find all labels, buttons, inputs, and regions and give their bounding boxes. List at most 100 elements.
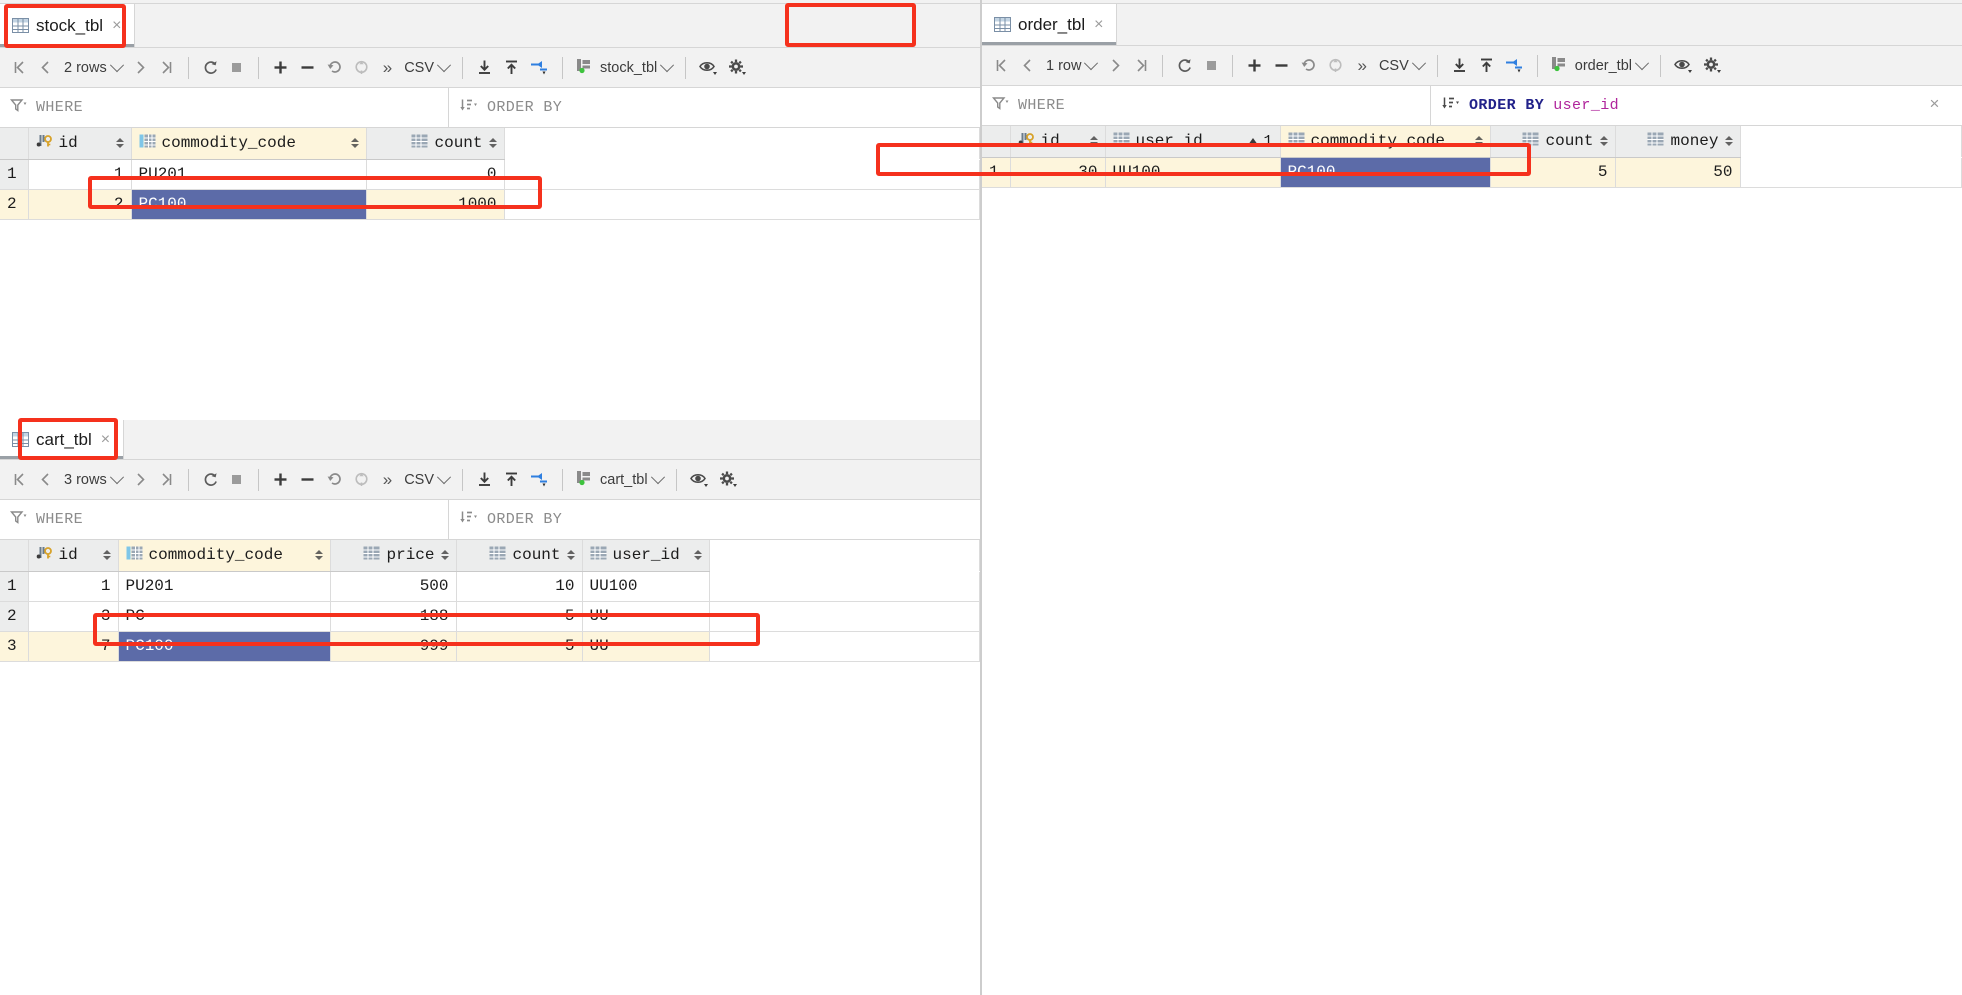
row-count-selector[interactable]: 2 rows	[58, 57, 128, 76]
stop-icon[interactable]	[1198, 51, 1224, 81]
cell-count[interactable]: 10	[456, 571, 583, 602]
gear-icon[interactable]	[1698, 51, 1727, 81]
import-icon[interactable]	[498, 465, 525, 495]
delete-row-icon[interactable]	[294, 53, 321, 83]
cell-count[interactable]: 5	[456, 631, 583, 662]
delete-row-icon[interactable]	[294, 465, 321, 495]
stop-icon[interactable]	[224, 465, 250, 495]
column-header-price[interactable]: price	[330, 540, 457, 572]
sort-toggle-icon[interactable]	[1724, 136, 1733, 147]
column-header-commodity-code[interactable]: commodity_code	[118, 540, 331, 572]
refresh-icon[interactable]	[197, 53, 224, 83]
add-row-icon[interactable]	[267, 53, 294, 83]
cell-commodity-code[interactable]: PU201	[131, 159, 367, 190]
where-filter[interactable]: WHERE	[982, 86, 1430, 125]
column-header-money[interactable]: money	[1615, 126, 1741, 158]
column-header-count[interactable]: count	[456, 540, 583, 572]
sort-toggle-icon[interactable]	[1089, 136, 1098, 147]
eye-icon[interactable]	[694, 53, 723, 83]
column-header-id[interactable]: id	[28, 540, 119, 572]
revert-icon[interactable]	[321, 465, 348, 495]
data-source-selector[interactable]: cart_tbl	[571, 469, 668, 490]
gear-icon[interactable]	[714, 465, 743, 495]
export-icon[interactable]	[471, 53, 498, 83]
cell-commodity-code[interactable]: PC100	[1280, 157, 1491, 188]
next-page-icon[interactable]	[128, 53, 154, 83]
cell-count[interactable]: 5	[456, 601, 583, 632]
first-page-icon[interactable]	[6, 53, 32, 83]
import-icon[interactable]	[498, 53, 525, 83]
more-actions-icon[interactable]: »	[375, 470, 399, 490]
submit-icon[interactable]	[348, 465, 375, 495]
add-row-icon[interactable]	[1241, 51, 1268, 81]
cell-price[interactable]: 500	[330, 571, 457, 602]
tab-order-tbl[interactable]: order_tbl ×	[982, 4, 1118, 45]
orderby-filter[interactable]: ORDER BY user_id ×	[1430, 86, 1962, 125]
cell-price[interactable]: 999	[330, 631, 457, 662]
data-source-selector[interactable]: order_tbl	[1546, 55, 1652, 76]
table-row[interactable]: 1 30 UU100 PC100 5 50	[982, 157, 1962, 188]
column-header-id[interactable]: id	[1010, 126, 1106, 158]
export-icon[interactable]	[471, 465, 498, 495]
sort-toggle-icon[interactable]	[115, 138, 124, 149]
close-icon[interactable]: ×	[1094, 16, 1103, 33]
sort-toggle-icon[interactable]	[350, 138, 359, 149]
orderby-filter[interactable]: ORDER BY	[448, 500, 980, 539]
cell-count[interactable]: 5	[1490, 157, 1616, 188]
data-source-selector[interactable]: stock_tbl	[571, 57, 677, 78]
row-count-selector[interactable]: 3 rows	[58, 469, 128, 488]
sort-toggle-icon[interactable]	[488, 138, 497, 149]
clear-orderby-icon[interactable]: ×	[1917, 96, 1952, 115]
eye-icon[interactable]	[1669, 51, 1698, 81]
cell-id[interactable]: 30	[1010, 157, 1106, 188]
eye-icon[interactable]	[685, 465, 714, 495]
column-header-count[interactable]: count	[366, 128, 505, 160]
refresh-icon[interactable]	[197, 465, 224, 495]
column-header-commodity-code[interactable]: commodity_code	[1280, 126, 1491, 158]
cell-id[interactable]: 1	[28, 159, 132, 190]
sort-toggle-icon[interactable]	[693, 550, 702, 561]
table-row[interactable]: 3 7 PC100 999 5 UU	[0, 631, 980, 662]
more-actions-icon[interactable]: »	[1349, 56, 1373, 76]
last-page-icon[interactable]	[1128, 51, 1154, 81]
cell-user-id[interactable]: UU	[582, 631, 710, 662]
cell-user-id[interactable]: UU	[582, 601, 710, 632]
tab-cart-tbl[interactable]: cart_tbl ×	[0, 420, 125, 459]
cell-user-id[interactable]: UU100	[1105, 157, 1281, 188]
first-page-icon[interactable]	[988, 51, 1014, 81]
prev-page-icon[interactable]	[32, 465, 58, 495]
column-header-count[interactable]: count	[1490, 126, 1616, 158]
table-row[interactable]: 2 3 PC 188 5 UU	[0, 601, 980, 632]
column-header-user-id[interactable]: user_id 1	[1105, 126, 1281, 158]
prev-page-icon[interactable]	[32, 53, 58, 83]
import-icon[interactable]	[1473, 51, 1500, 81]
delete-row-icon[interactable]	[1268, 51, 1295, 81]
tab-stock-tbl[interactable]: stock_tbl ×	[0, 4, 136, 47]
last-page-icon[interactable]	[154, 53, 180, 83]
revert-icon[interactable]	[321, 53, 348, 83]
table-row[interactable]: 1 1 PU201 500 10 UU100	[0, 571, 980, 602]
transpose-icon[interactable]	[525, 465, 554, 495]
revert-icon[interactable]	[1295, 51, 1322, 81]
refresh-icon[interactable]	[1171, 51, 1198, 81]
prev-page-icon[interactable]	[1014, 51, 1040, 81]
sort-toggle-icon[interactable]	[314, 550, 323, 561]
row-count-selector[interactable]: 1 row	[1040, 55, 1102, 74]
sort-toggle-icon[interactable]	[102, 550, 111, 561]
export-format-selector[interactable]: CSV	[399, 469, 454, 488]
where-filter[interactable]: WHERE	[0, 88, 448, 127]
close-icon[interactable]: ×	[101, 431, 110, 448]
cell-id[interactable]: 1	[28, 571, 119, 602]
sort-ascending-indicator[interactable]: 1	[1248, 133, 1273, 150]
table-row[interactable]: 2 2 PC100 1000	[0, 189, 980, 220]
column-header-commodity-code[interactable]: commodity_code	[131, 128, 367, 160]
sort-toggle-icon[interactable]	[1474, 136, 1483, 147]
cell-id[interactable]: 2	[28, 189, 132, 220]
column-header-id[interactable]: id	[28, 128, 132, 160]
export-format-selector[interactable]: CSV	[1374, 55, 1429, 74]
cell-commodity-code[interactable]: PC	[118, 601, 331, 632]
export-format-selector[interactable]: CSV	[399, 57, 454, 76]
stop-icon[interactable]	[224, 53, 250, 83]
cell-user-id[interactable]: UU100	[582, 571, 710, 602]
orderby-filter[interactable]: ORDER BY	[448, 88, 980, 127]
